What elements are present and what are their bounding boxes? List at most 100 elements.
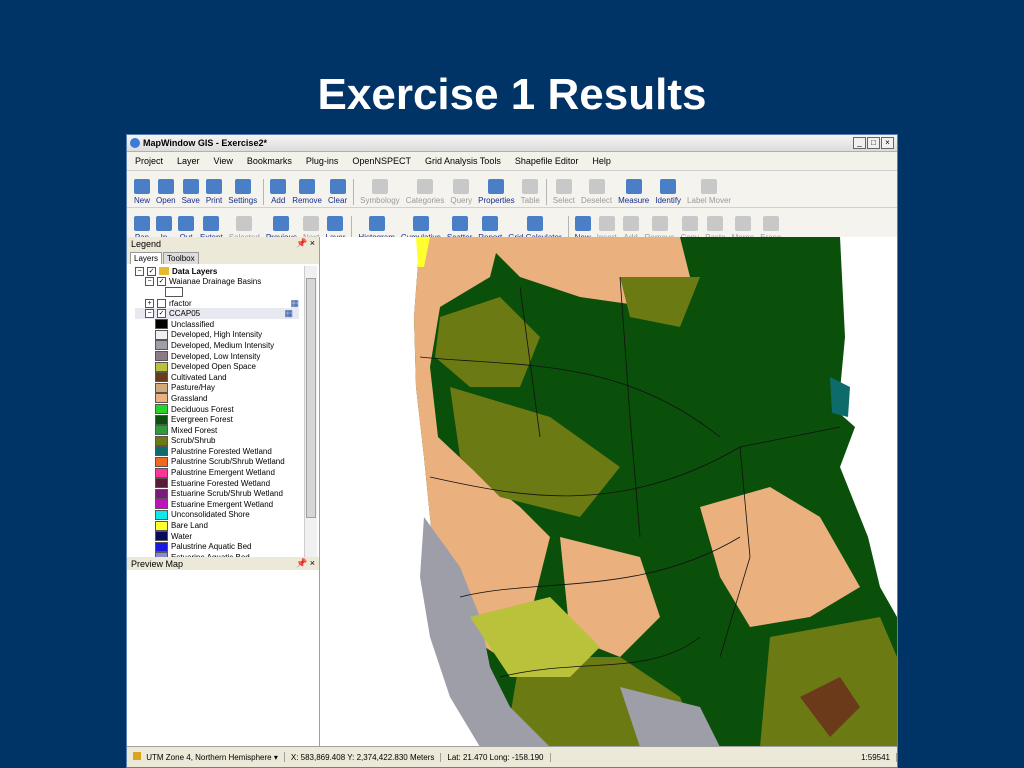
legend-category: Deciduous Forest bbox=[155, 404, 319, 415]
zoom-out-icon bbox=[178, 216, 194, 231]
minimize-button[interactable]: _ bbox=[853, 137, 866, 149]
legend-category: Cultivated Land bbox=[155, 372, 319, 383]
mapwindow-app-window: MapWindow GIS - Exercise2* _ □ × Project… bbox=[126, 134, 898, 768]
legend-category: Water bbox=[155, 531, 319, 542]
legend-category: Palustrine Emergent Wetland bbox=[155, 467, 319, 478]
color-swatch bbox=[155, 425, 168, 436]
menu-opennspect[interactable]: OpenNSPECT bbox=[352, 156, 411, 166]
menu-layer[interactable]: Layer bbox=[177, 156, 200, 166]
legend-scrollbar[interactable] bbox=[304, 266, 317, 571]
symbology-button[interactable]: Symbology bbox=[360, 179, 400, 205]
projection-selector[interactable]: UTM Zone 4, Northern Hemisphere ▾ bbox=[127, 752, 285, 762]
polygon-swatch bbox=[165, 287, 183, 298]
color-swatch bbox=[155, 467, 168, 478]
table-icon bbox=[522, 179, 539, 194]
map-canvas[interactable] bbox=[320, 237, 897, 747]
window-title: MapWindow GIS - Exercise2* bbox=[143, 138, 267, 148]
category-label: Deciduous Forest bbox=[171, 404, 234, 414]
print-button[interactable]: Print bbox=[206, 179, 222, 205]
close-button[interactable]: × bbox=[881, 137, 894, 149]
legend-category: Developed, Medium Intensity bbox=[155, 340, 319, 351]
label-mover-button[interactable]: Label Mover bbox=[687, 179, 731, 205]
color-swatch bbox=[155, 520, 168, 531]
category-label: Palustrine Aquatic Bed bbox=[171, 542, 252, 552]
preview-canvas[interactable] bbox=[127, 570, 319, 746]
layer-checkbox[interactable] bbox=[157, 298, 166, 308]
grid-calculator-icon bbox=[526, 216, 543, 231]
maximize-button[interactable]: □ bbox=[867, 137, 880, 149]
scroll-thumb[interactable] bbox=[306, 278, 316, 518]
layer-row-basins[interactable]: − ✓ Waianae Drainage Basins bbox=[135, 277, 319, 288]
color-swatch bbox=[155, 319, 168, 330]
save-button[interactable]: Save bbox=[182, 179, 200, 205]
legend-category: Palustrine Scrub/Shrub Wetland bbox=[155, 456, 319, 468]
layer-checkbox[interactable]: ✓ bbox=[157, 309, 166, 319]
data-layers-group[interactable]: − ✓ Data Layers bbox=[135, 266, 319, 277]
menu-shapefile-editor[interactable]: Shapefile Editor bbox=[515, 156, 579, 166]
previous-icon bbox=[273, 216, 290, 231]
properties-icon bbox=[488, 179, 505, 194]
layer-checkbox[interactable]: ✓ bbox=[157, 277, 166, 287]
expand-icon[interactable]: + bbox=[145, 298, 154, 308]
layer-row-rfactor[interactable]: + rfactor ▦ bbox=[135, 298, 319, 309]
open-button[interactable]: Open bbox=[156, 179, 176, 205]
legend-category: Developed, High Intensity bbox=[155, 329, 319, 341]
category-label: Unclassified bbox=[171, 319, 215, 329]
legend-category: Unclassified bbox=[155, 319, 319, 330]
select-button[interactable]: Select bbox=[553, 179, 575, 205]
legend-category: Scrub/Shrub bbox=[155, 435, 319, 447]
zoom-in-icon bbox=[156, 216, 172, 231]
category-label: Estuarine Emergent Wetland bbox=[171, 499, 274, 509]
deselect-button[interactable]: Deselect bbox=[581, 179, 612, 205]
menu-view[interactable]: View bbox=[214, 156, 233, 166]
legend-category: Grassland bbox=[155, 393, 319, 404]
new-button[interactable]: New bbox=[134, 179, 150, 205]
expand-icon[interactable]: − bbox=[135, 266, 144, 276]
category-label: Developed Open Space bbox=[171, 362, 256, 372]
histogram-icon bbox=[368, 216, 385, 231]
category-label: Developed, Medium Intensity bbox=[171, 340, 275, 350]
tab-toolbox[interactable]: Toolbox bbox=[163, 252, 199, 264]
menu-bar: Project Layer View Bookmarks Plug-ins OpenNSP… bbox=[127, 152, 897, 171]
remove-button[interactable]: Remove bbox=[292, 179, 322, 205]
button-label: Properties bbox=[478, 196, 515, 205]
measure-button[interactable]: Measure bbox=[618, 179, 649, 205]
preview-pin-close-icons[interactable]: 📌 × bbox=[296, 558, 315, 569]
category-label: Palustrine Scrub/Shrub Wetland bbox=[171, 457, 285, 467]
category-label: Palustrine Emergent Wetland bbox=[171, 468, 275, 478]
query-button[interactable]: Query bbox=[450, 179, 472, 205]
clear-button[interactable]: Clear bbox=[328, 179, 347, 205]
identify-icon bbox=[660, 179, 677, 194]
scatter-icon bbox=[451, 216, 468, 231]
categories-button[interactable]: Categories bbox=[406, 179, 444, 205]
legend-header: Legend 📌 × bbox=[127, 237, 319, 250]
left-panel: Legend 📌 × Layers Toolbox − ✓ Data Layer… bbox=[127, 237, 320, 747]
expand-icon[interactable]: − bbox=[145, 309, 154, 319]
group-checkbox[interactable]: ✓ bbox=[147, 266, 156, 276]
map-view[interactable] bbox=[320, 237, 897, 747]
menu-project[interactable]: Project bbox=[135, 156, 163, 166]
add-button[interactable]: Add bbox=[270, 179, 287, 205]
preview-map-panel: Preview Map 📌 × bbox=[127, 557, 319, 747]
menu-help[interactable]: Help bbox=[592, 156, 611, 166]
menu-grid-analysis-tools[interactable]: Grid Analysis Tools bbox=[425, 156, 501, 166]
grid-icon: ▦ bbox=[290, 297, 299, 308]
app-icon bbox=[130, 138, 140, 148]
report-icon bbox=[482, 216, 499, 231]
button-label: Deselect bbox=[581, 196, 613, 205]
expand-icon[interactable]: − bbox=[145, 277, 154, 287]
layer-row-ccap05[interactable]: − ✓ CCAP05 ▦ bbox=[135, 308, 299, 319]
menu-plug-ins[interactable]: Plug-ins bbox=[306, 156, 339, 166]
legend-category: Evergreen Forest bbox=[155, 414, 319, 425]
tab-layers[interactable]: Layers bbox=[130, 252, 163, 264]
settings-button[interactable]: Settings bbox=[228, 179, 257, 205]
menu-bookmarks[interactable]: Bookmarks bbox=[247, 156, 292, 166]
color-swatch bbox=[155, 488, 168, 499]
color-swatch bbox=[155, 351, 168, 362]
legend-pin-close-icons[interactable]: 📌 × bbox=[296, 238, 315, 249]
identify-button[interactable]: Identify bbox=[655, 179, 681, 205]
table-button[interactable]: Table bbox=[521, 179, 540, 205]
remove-layer-icon bbox=[299, 179, 316, 194]
scale-readout: 1:59541 bbox=[855, 752, 897, 762]
properties-button[interactable]: Properties bbox=[478, 179, 515, 205]
